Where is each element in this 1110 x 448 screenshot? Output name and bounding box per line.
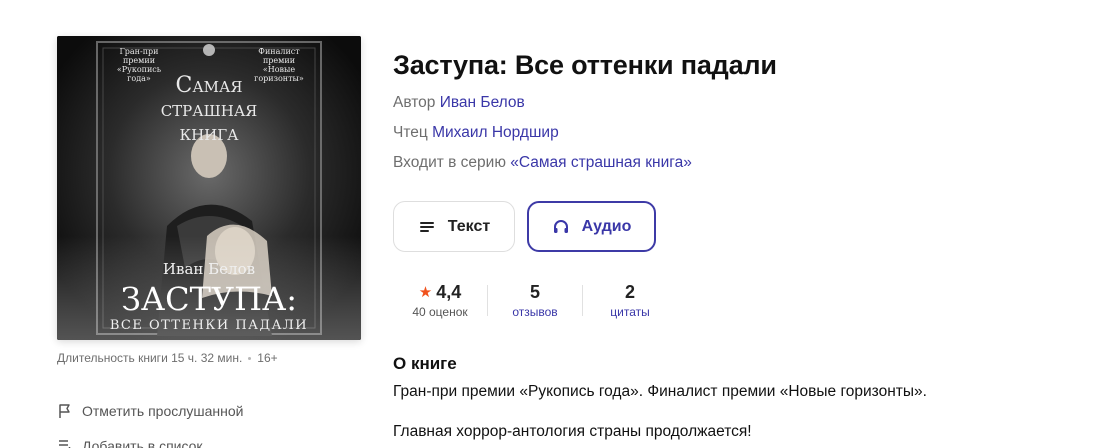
star-icon: ★ <box>418 284 433 301</box>
quotes-link[interactable]: цитаты <box>610 305 649 319</box>
about-paragraph-1: Гран-при премии «Рукопись года». Финалис… <box>393 383 927 400</box>
audio-format-button[interactable]: Аудио <box>527 201 656 252</box>
mark-listened-label: Отметить прослушанной <box>82 403 244 419</box>
narrator-label: Чтец <box>393 124 428 141</box>
cover-award-right-3: «Новые <box>263 65 296 74</box>
cover-series-line-3: книга <box>179 121 239 146</box>
author-link[interactable]: Иван Белов <box>440 94 525 111</box>
add-to-list-button[interactable]: Добавить в список <box>57 438 203 448</box>
narrator-row: Чтец Михаил Нордшир <box>393 124 559 142</box>
cover-series-line-2: страшная <box>161 97 258 122</box>
about-heading: О книге <box>393 354 457 373</box>
rating-value: 4,4 <box>436 281 462 302</box>
add-to-list-label: Добавить в список <box>82 438 203 448</box>
narrator-link[interactable]: Михаил Нордшир <box>432 124 559 141</box>
age-rating: 16+ <box>257 351 278 365</box>
reviews-count: 5 <box>529 281 540 302</box>
headphones-icon <box>553 219 568 233</box>
list-add-icon <box>59 440 71 448</box>
author-label: Автор <box>393 94 436 111</box>
cover-award-right-1: Финалист <box>258 47 300 56</box>
cover-award-right-4: горизонты» <box>254 74 304 83</box>
cover-series-line-1: Самая <box>175 73 242 98</box>
flag-icon <box>59 404 70 418</box>
cover-award-left-4: года» <box>127 74 151 83</box>
reviews-stat[interactable]: 5 отзывов <box>488 281 582 320</box>
reviews-link[interactable]: отзывов <box>512 305 557 319</box>
rating-stat[interactable]: ★ 4,4 40 оценок <box>393 281 487 320</box>
duration-text: Длительность книги 15 ч. 32 мин. <box>57 351 243 365</box>
stats-bar: ★ 4,4 40 оценок 5 отзывов 2 цитаты <box>393 281 677 320</box>
series-label: Входит в серию <box>393 154 506 171</box>
cover-author: Иван Белов <box>163 260 255 278</box>
series-row: Входит в серию «Самая страшная книга» <box>393 154 692 172</box>
cover-award-right-2: премии <box>263 56 295 65</box>
author-row: Автор Иван Белов <box>393 94 525 112</box>
cover-title-main: ЗАСТУПА: <box>121 280 297 318</box>
cover-award-left-2: премии <box>123 56 155 65</box>
separator-dot <box>248 356 252 360</box>
rating-count: 40 оценок <box>412 305 468 319</box>
text-format-button[interactable]: Текст <box>393 201 515 252</box>
text-format-label: Текст <box>447 217 491 235</box>
cover-award-left-1: Гран-при <box>119 47 158 56</box>
quotes-stat[interactable]: 2 цитаты <box>583 281 677 320</box>
cover-title-sub: ВСЕ ОТТЕНКИ ПАДАЛИ <box>110 318 308 333</box>
lines-icon <box>419 221 434 232</box>
book-cover-art: Гран-при премии «Рукопись года» Финалист… <box>57 36 361 340</box>
mark-listened-button[interactable]: Отметить прослушанной <box>57 403 244 419</box>
audio-format-label: Аудио <box>581 217 632 235</box>
book-cover[interactable]: Гран-при премии «Рукопись года» Финалист… <box>57 36 361 340</box>
duration-row: Длительность книги 15 ч. 32 мин. 16+ <box>57 350 278 366</box>
book-title: Заступа: Все оттенки падали <box>393 50 777 80</box>
about-paragraph-2: Главная хоррор-антология страны продолжа… <box>393 423 752 440</box>
cover-award-left-3: «Рукопись <box>117 65 162 74</box>
quotes-count: 2 <box>624 281 635 302</box>
series-link[interactable]: «Самая страшная книга» <box>510 154 692 171</box>
